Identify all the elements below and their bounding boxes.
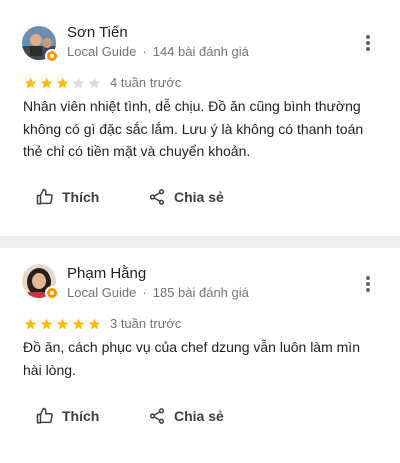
star-empty-icon <box>88 77 101 89</box>
reviewer-name[interactable]: Phạm Hằng <box>67 265 146 282</box>
share-button[interactable]: Chia sẻ <box>148 188 224 206</box>
reviewer-meta: Local Guide · 144 bài đánh giá <box>67 44 249 59</box>
share-icon <box>149 408 165 424</box>
star-filled-icon <box>40 318 53 330</box>
review-text-line: không có gì đặc sắc lắm. Lưu ý là không … <box>23 120 364 137</box>
more-options-icon[interactable] <box>361 34 375 52</box>
review-text: Đồ ăn, cách phục vụ của chef dzung vẫn l… <box>23 336 383 381</box>
star-rating <box>23 317 102 331</box>
like-label: Thích <box>62 189 100 205</box>
local-guide-label: Local Guide <box>67 44 137 59</box>
review-text-line: hài lòng. <box>23 361 76 378</box>
star-filled-icon <box>40 77 53 89</box>
thumbs-up-icon <box>36 188 53 205</box>
local-guide-badge-icon <box>45 49 59 63</box>
like-button[interactable]: Thích <box>36 407 99 425</box>
star-filled-icon <box>56 318 69 330</box>
star-filled-icon <box>56 77 69 89</box>
review-text: Nhân viên nhiệt tình, dễ chịu. Đồ ăn cũn… <box>23 95 383 163</box>
thumbs-up-icon <box>36 407 53 424</box>
like-button[interactable]: Thích <box>36 188 99 206</box>
star-filled-icon <box>72 318 85 330</box>
reviews-count: 185 bài đánh giá <box>152 285 249 300</box>
review-text-line: Đồ ăn, cách phục vụ của chef dzung vẫn l… <box>23 339 360 355</box>
star-filled-icon <box>24 77 37 89</box>
review-time: 3 tuần trước <box>110 316 182 331</box>
review-divider <box>0 236 400 248</box>
share-button[interactable]: Chia sẻ <box>148 407 224 425</box>
star-filled-icon <box>24 318 37 330</box>
meta-separator: · <box>142 285 147 300</box>
review-text-line: Nhân viên nhiệt tình, dễ chịu. Đồ ăn cũn… <box>23 98 361 114</box>
star-empty-icon <box>72 77 85 89</box>
star-filled-icon <box>88 318 101 330</box>
reviewer-meta: Local Guide · 185 bài đánh giá <box>67 285 249 300</box>
reviews-count: 144 bài đánh giá <box>152 44 249 59</box>
local-guide-label: Local Guide <box>67 285 137 300</box>
share-icon <box>149 189 165 205</box>
share-label: Chia sẻ <box>174 408 224 424</box>
meta-separator: · <box>142 44 147 59</box>
reviewer-name[interactable]: Sơn Tiến <box>67 24 128 41</box>
more-options-icon[interactable] <box>361 275 375 293</box>
review-time: 4 tuần trước <box>110 75 182 90</box>
local-guide-badge-icon <box>45 286 59 300</box>
share-label: Chia sẻ <box>174 189 224 205</box>
like-label: Thích <box>62 408 100 424</box>
review-text-line: thẻ chỉ có tiền mặt và chuyển khoản. <box>23 143 251 159</box>
star-rating <box>23 76 102 90</box>
